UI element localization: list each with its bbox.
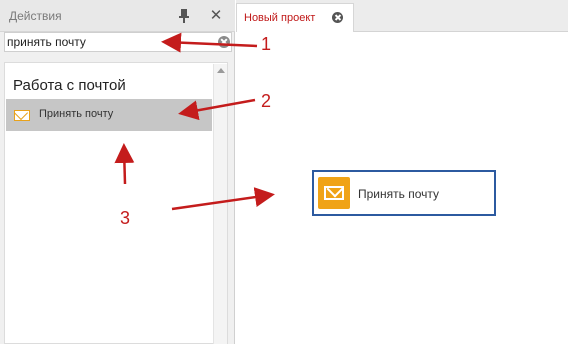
panel-header: Действия ✕	[0, 0, 235, 32]
close-tab-icon[interactable]	[332, 12, 343, 23]
mail-icon	[318, 177, 350, 209]
panel-title: Действия	[9, 9, 62, 23]
clear-search-icon[interactable]	[218, 36, 230, 48]
annotation-marker-3: 3	[120, 208, 131, 228]
annotation-marker-1: 1	[261, 34, 272, 54]
tab-label: Новый проект	[244, 12, 316, 24]
action-block-receive-mail[interactable]: Принять почту	[312, 170, 496, 216]
search-input[interactable]	[7, 34, 207, 50]
action-item-receive-mail[interactable]: Принять почту	[6, 99, 212, 131]
pin-icon[interactable]	[177, 8, 191, 24]
action-item-label: Принять почту	[39, 108, 114, 120]
tab-new-project[interactable]: Новый проект	[236, 3, 354, 32]
actions-list: Работа с почтой Принять почту	[4, 62, 228, 344]
close-icon[interactable]: ✕	[207, 7, 225, 25]
search-box	[4, 32, 232, 52]
block-label: Принять почту	[358, 187, 439, 201]
tab-bar: Новый проект	[236, 0, 568, 32]
scrollbar[interactable]	[213, 64, 227, 344]
group-title: Работа с почтой	[13, 77, 126, 94]
actions-panel: Действия ✕ Работа с почтой Принять почту	[0, 0, 235, 344]
scroll-up-icon[interactable]	[217, 68, 225, 73]
annotation-marker-2: 2	[261, 91, 272, 111]
mail-icon	[14, 110, 30, 121]
